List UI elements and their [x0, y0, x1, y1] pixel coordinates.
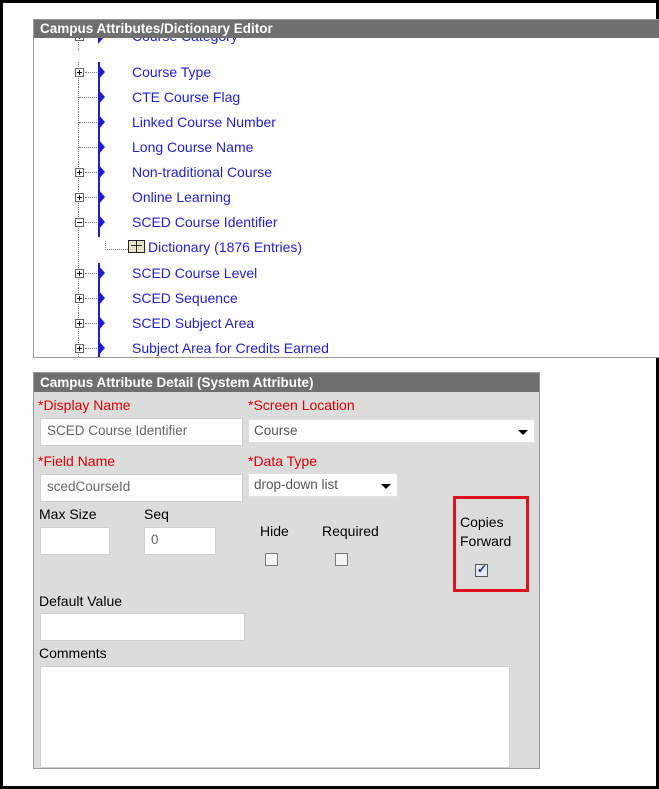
tree-item-long-course-name[interactable]: Long Course Name — [34, 137, 654, 162]
expand-icon[interactable] — [75, 68, 84, 77]
tree-item-label[interactable]: Long Course Name — [132, 139, 253, 155]
tree-item-sced-course-level[interactable]: SCED Course Level — [34, 263, 654, 288]
tree-item-cte-course-flag[interactable]: CTE Course Flag — [34, 87, 654, 112]
attribute-node-icon — [98, 164, 105, 180]
tree-item-dictionary[interactable]: Dictionary (1876 Entries) — [34, 237, 654, 262]
screen-location-value: Course — [254, 423, 298, 438]
attribute-node-icon — [98, 265, 105, 281]
tree-item-non-traditional-course[interactable]: Non-traditional Course — [34, 162, 654, 187]
chevron-down-icon — [518, 430, 528, 435]
expand-icon[interactable] — [75, 193, 84, 202]
tree-item-label[interactable]: SCED Course Level — [132, 265, 257, 281]
copies-forward-highlight — [453, 496, 529, 592]
tree-item-sced-course-identifier[interactable]: SCED Course Identifier — [34, 212, 654, 237]
tree-item-subject-area-credits[interactable]: Subject Area for Credits Earned — [34, 338, 654, 357]
expand-icon[interactable] — [75, 168, 84, 177]
tree-item-label[interactable]: SCED Course Identifier — [132, 214, 278, 230]
dictionary-book-icon — [128, 240, 145, 253]
seq-input[interactable]: 0 — [144, 527, 216, 555]
tree-item-label[interactable]: Online Learning — [132, 189, 231, 205]
tree-item-label[interactable]: Subject Area for Credits Earned — [132, 340, 329, 356]
required-checkbox[interactable] — [335, 553, 348, 566]
attribute-node-icon — [98, 139, 105, 155]
attribute-node-icon — [98, 214, 105, 230]
default-value-input[interactable] — [40, 613, 245, 641]
tree-item-course-type[interactable]: Course Type — [34, 62, 654, 87]
detail-panel-title: Campus Attribute Detail (System Attribut… — [34, 373, 539, 392]
tree-item-label[interactable]: Non-traditional Course — [132, 164, 272, 180]
hide-checkbox[interactable] — [265, 553, 278, 566]
hide-label: Hide — [260, 523, 289, 539]
screen-location-label: *Screen Location — [248, 397, 355, 413]
default-value-label: Default Value — [39, 593, 123, 609]
max-size-label: Max Size — [39, 506, 97, 522]
tree-item-linked-course-number[interactable]: Linked Course Number — [34, 112, 654, 137]
attribute-node-icon — [98, 89, 105, 105]
screen-location-select[interactable]: Course — [248, 419, 535, 443]
dictionary-label[interactable]: Dictionary (1876 Entries) — [148, 239, 302, 255]
comments-textarea[interactable] — [40, 666, 510, 768]
tree-item-label[interactable]: SCED Subject Area — [132, 315, 254, 331]
tree-item-label[interactable]: CTE Course Flag — [132, 89, 240, 105]
chevron-down-icon — [381, 484, 391, 489]
tree-item-label[interactable]: Course Type — [132, 64, 211, 80]
display-name-input[interactable]: SCED Course Identifier — [40, 418, 243, 446]
data-type-value: drop-down list — [254, 477, 339, 492]
max-size-input[interactable] — [40, 527, 110, 555]
window-frame: Campus Attributes/Dictionary Editor Cour… — [0, 0, 659, 789]
display-name-label: *Display Name — [38, 397, 131, 413]
data-type-select[interactable]: drop-down list — [248, 473, 398, 497]
expand-icon[interactable] — [75, 319, 84, 328]
expand-icon[interactable] — [75, 294, 84, 303]
attribute-node-icon — [98, 290, 105, 306]
required-label: Required — [322, 523, 379, 539]
seq-label: Seq — [144, 506, 169, 522]
attribute-node-icon — [98, 315, 105, 331]
attribute-tree-panel: Campus Attributes/Dictionary Editor Cour… — [33, 19, 659, 358]
tree-panel-title: Campus Attributes/Dictionary Editor — [34, 20, 659, 38]
attribute-node-icon — [98, 64, 105, 80]
comments-label: Comments — [39, 645, 107, 661]
tree-item-sced-sequence[interactable]: SCED Sequence — [34, 288, 654, 313]
attribute-node-icon — [98, 189, 105, 205]
attribute-node-icon — [98, 114, 105, 130]
expand-icon[interactable] — [75, 344, 84, 353]
tree-item-sced-subject-area[interactable]: SCED Subject Area — [34, 313, 654, 338]
data-type-label: *Data Type — [248, 453, 318, 469]
tree-item-online-learning[interactable]: Online Learning — [34, 187, 654, 212]
tree-item-label[interactable]: SCED Sequence — [132, 290, 238, 306]
attribute-node-icon — [98, 340, 105, 356]
field-name-label: *Field Name — [38, 453, 116, 469]
expand-icon[interactable] — [75, 269, 84, 278]
field-name-input[interactable]: scedCourseId — [40, 474, 243, 502]
tree-item-label[interactable]: Linked Course Number — [132, 114, 276, 130]
collapse-icon[interactable] — [75, 218, 84, 227]
